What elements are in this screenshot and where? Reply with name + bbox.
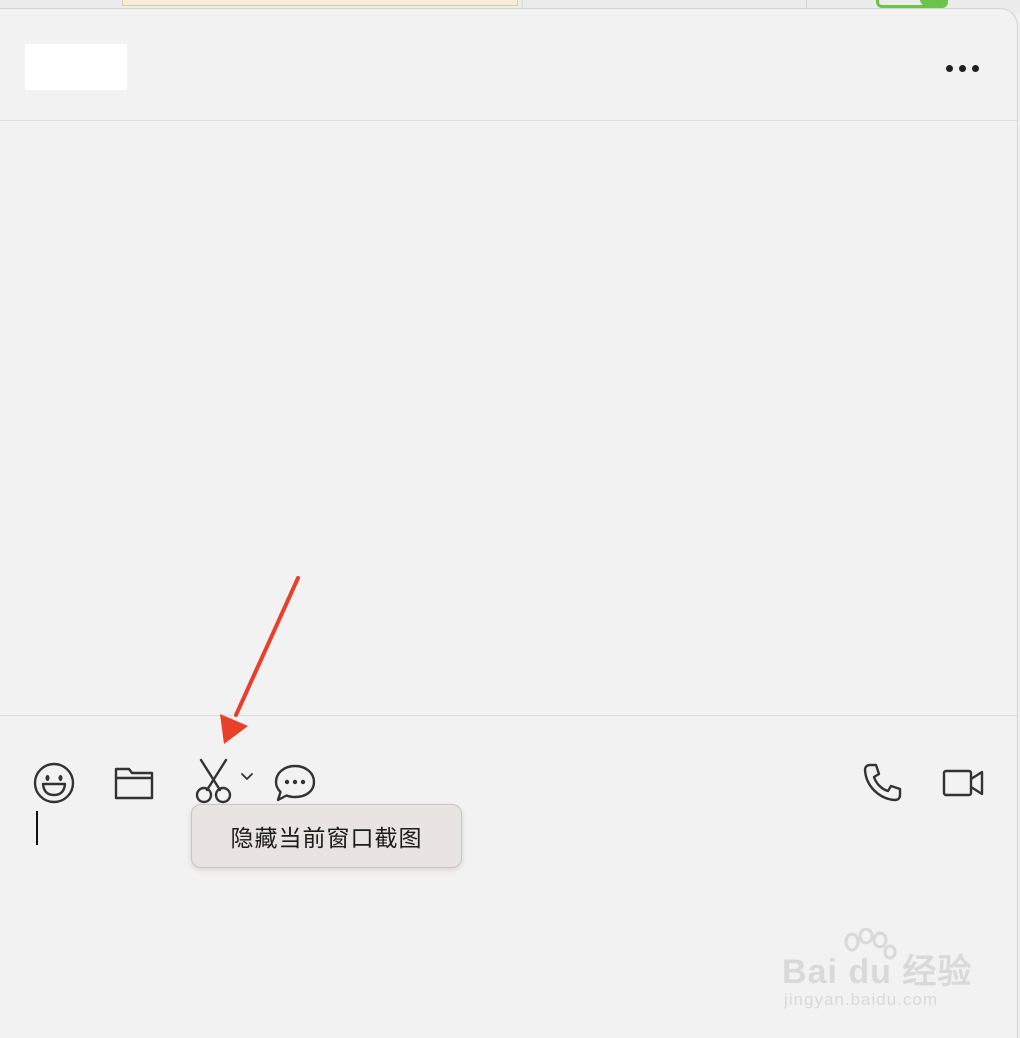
- watermark-sub: jingyan.baidu.com: [784, 990, 939, 1009]
- message-list[interactable]: [0, 121, 1017, 715]
- folder-icon: [114, 767, 154, 800]
- more-dots-icon: [945, 64, 953, 72]
- chevron-down-icon: [241, 773, 253, 780]
- scissors-icon: [195, 758, 232, 804]
- send-file-button[interactable]: [112, 763, 156, 803]
- chat-title-redacted: [25, 44, 127, 90]
- screenshot-button[interactable]: [193, 755, 235, 805]
- watermark-main: Bai du 经验: [782, 953, 973, 991]
- emoji-button[interactable]: [32, 761, 76, 805]
- input-divider: [0, 715, 1017, 716]
- video-camera-icon: [942, 769, 984, 797]
- voice-call-button[interactable]: [860, 761, 904, 805]
- tooltip-label: 隐藏当前窗口截图: [230, 826, 423, 852]
- baidu-jingyan-watermark: Bai du 经验 jingyan.baidu.com: [782, 928, 982, 1018]
- text-cursor[interactable]: [36, 811, 38, 845]
- video-call-button[interactable]: [940, 765, 986, 801]
- background-yellow-panel: [122, 0, 518, 6]
- screenshot-options-dropdown[interactable]: [238, 770, 256, 784]
- more-button[interactable]: [938, 55, 986, 81]
- chat-bubble-icon: [274, 764, 316, 802]
- screenshot-tooltip: 隐藏当前窗口截图: [191, 804, 462, 868]
- phone-icon: [863, 763, 902, 802]
- chat-history-button[interactable]: [272, 762, 318, 804]
- emoji-icon: [33, 762, 75, 804]
